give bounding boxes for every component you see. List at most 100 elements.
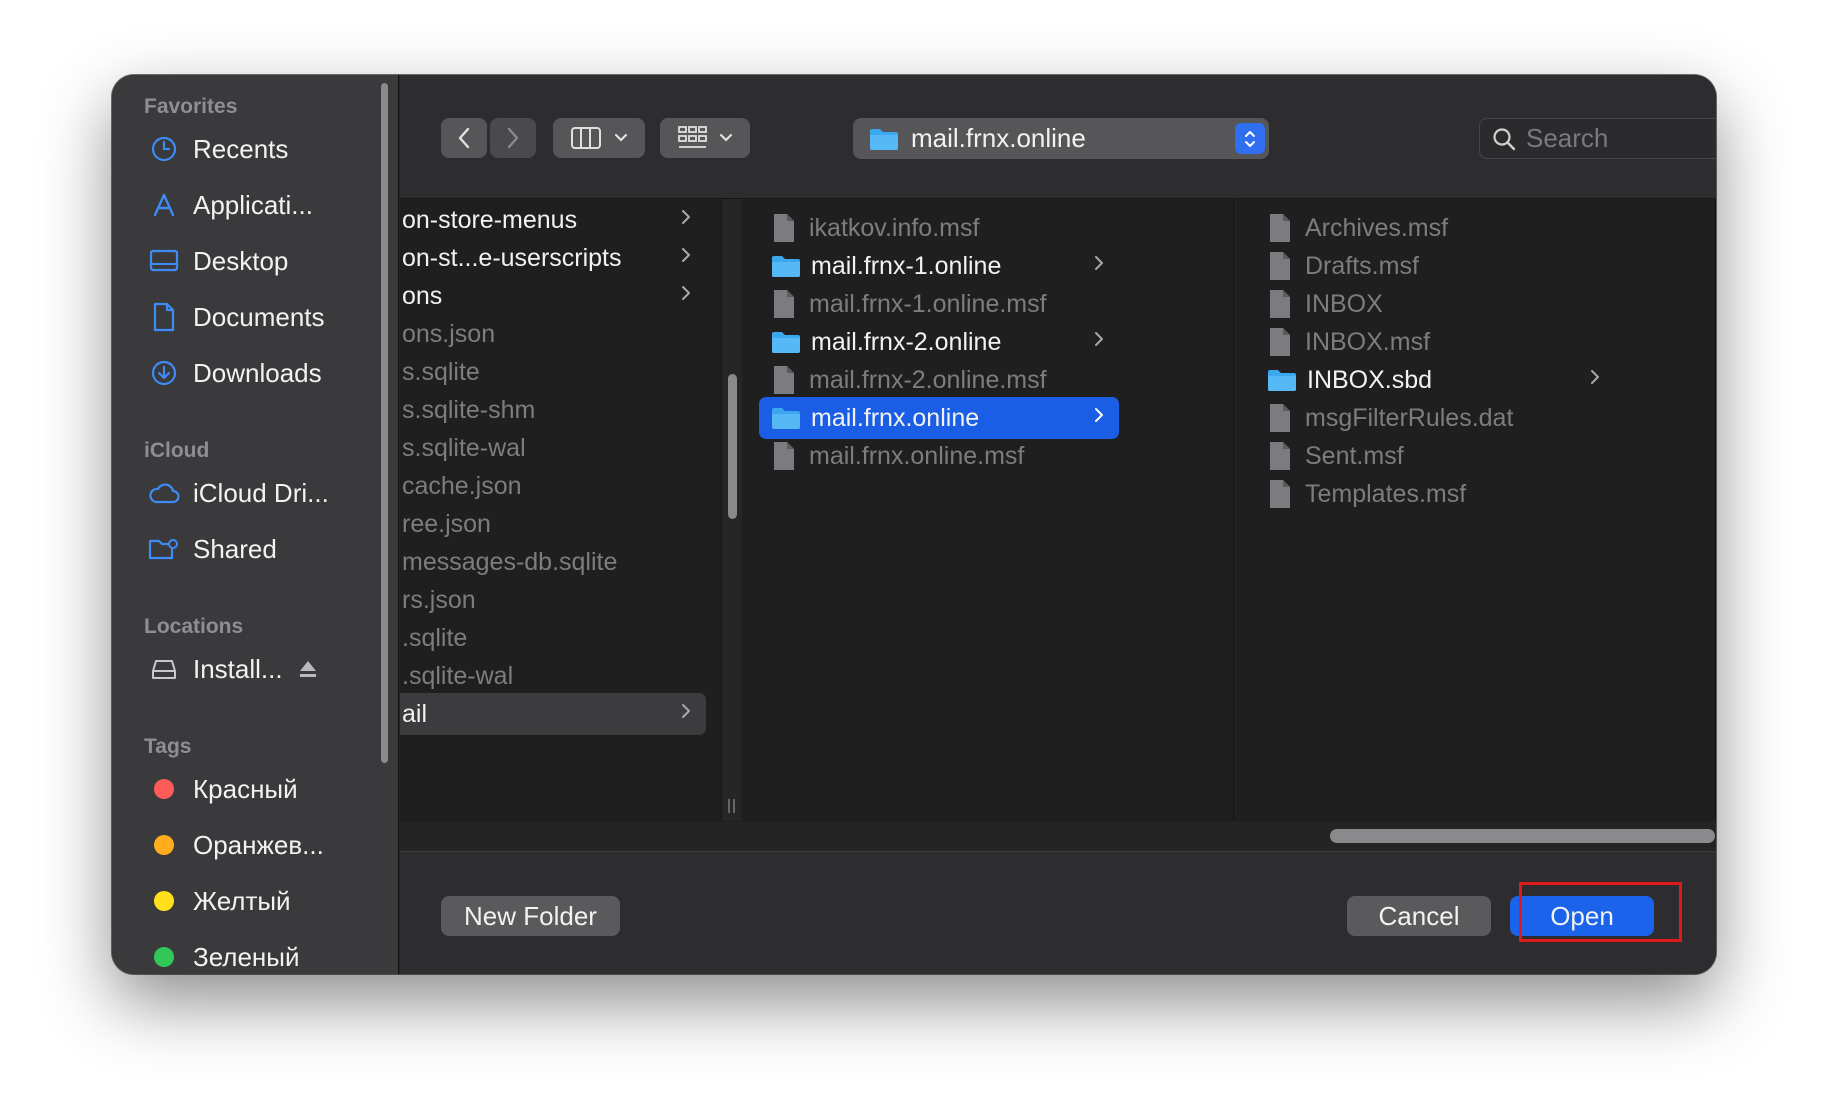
search-field[interactable] <box>1479 118 1716 159</box>
file-row[interactable]: messages-db.sqlite <box>400 541 706 583</box>
cloud-icon <box>148 477 180 509</box>
item-name: Archives.msf <box>1305 213 1449 242</box>
tag-dot-icon <box>154 891 174 911</box>
sidebar-item-desktop[interactable]: Desktop <box>148 239 370 283</box>
item-name: messages-db.sqlite <box>402 547 618 576</box>
sidebar-item-documents[interactable]: Documents <box>148 295 370 339</box>
file-row[interactable]: rs.json <box>400 579 706 621</box>
file-row[interactable]: INBOX <box>1255 283 1615 325</box>
folder-icon <box>772 408 800 429</box>
desktop-icon <box>148 245 180 277</box>
folder-icon <box>772 256 800 277</box>
horizontal-scrollbar[interactable] <box>400 822 1716 852</box>
file-row[interactable]: .sqlite <box>400 617 706 659</box>
sidebar-item-downloads[interactable]: Downloads <box>148 351 370 395</box>
sidebar-item-label: Shared <box>193 533 277 564</box>
folder-row[interactable]: mail.frnx.online <box>759 397 1119 439</box>
columns-view-icon <box>571 127 601 149</box>
folder-row[interactable]: mail.frnx-2.online <box>759 321 1119 363</box>
item-name: mail.frnx-2.online <box>811 327 1002 356</box>
sidebar-item-label: Documents <box>193 301 325 332</box>
item-name: mail.frnx.online.msf <box>809 441 1025 470</box>
group-button[interactable] <box>660 118 750 158</box>
file-row[interactable]: mail.frnx-2.online.msf <box>759 359 1119 401</box>
sidebar-tag-orange[interactable]: Оранжев... <box>148 823 370 867</box>
chevron-right-icon <box>1589 367 1601 392</box>
sidebar-item-label: Желтый <box>193 885 291 916</box>
location-popup[interactable]: mail.frnx.online <box>853 118 1269 159</box>
file-row[interactable]: INBOX.msf <box>1255 321 1615 363</box>
folder-row[interactable]: ons <box>400 275 706 317</box>
file-row[interactable]: s.sqlite-wal <box>400 427 706 469</box>
sidebar-tag-red[interactable]: Красный <box>148 767 370 811</box>
forward-button[interactable] <box>490 118 536 158</box>
sidebar-scrollbar[interactable] <box>378 83 390 763</box>
item-name: mail.frnx-1.online.msf <box>809 289 1047 318</box>
column-resize-handle[interactable] <box>727 799 737 813</box>
chevron-left-icon <box>458 127 470 149</box>
item-name: mail.frnx.online <box>811 403 980 432</box>
item-name: msgFilterRules.dat <box>1305 403 1514 432</box>
item-name: s.sqlite <box>402 357 480 386</box>
eject-icon[interactable] <box>298 659 318 684</box>
sidebar-item-applications[interactable]: Applicati... <box>148 183 370 227</box>
file-row[interactable]: ons.json <box>400 313 706 355</box>
sidebar-item-label: Зеленый <box>193 941 300 972</box>
item-name: s.sqlite-shm <box>402 395 536 424</box>
file-row[interactable]: Templates.msf <box>1255 473 1615 515</box>
view-mode-button[interactable] <box>553 118 645 158</box>
sidebar-item-shared[interactable]: Shared <box>148 527 370 571</box>
section-tags: Tags <box>144 735 192 758</box>
item-name: Sent.msf <box>1305 441 1404 470</box>
item-name: Drafts.msf <box>1305 251 1419 280</box>
file-icon <box>1270 480 1290 508</box>
file-row[interactable]: .sqlite-wal <box>400 655 706 697</box>
item-name: ail <box>402 699 428 728</box>
item-name: INBOX.sbd <box>1307 365 1433 394</box>
section-locations: Locations <box>144 615 244 638</box>
sidebar-item-install[interactable]: Install... <box>148 647 370 691</box>
new-folder-button[interactable]: New Folder <box>441 896 620 936</box>
file-row[interactable]: Sent.msf <box>1255 435 1615 477</box>
file-row[interactable]: ree.json <box>400 503 706 545</box>
chevron-right-icon <box>680 701 692 726</box>
sidebar-tag-yellow[interactable]: Желтый <box>148 879 370 923</box>
folder-row[interactable]: ail <box>400 693 706 735</box>
sidebar-item-label: Install... <box>193 653 283 684</box>
chevron-down-icon <box>719 133 733 142</box>
folder-icon <box>870 128 898 150</box>
item-name: s.sqlite-wal <box>402 433 526 462</box>
file-row[interactable]: cache.json <box>400 465 706 507</box>
file-row[interactable]: mail.frnx-1.online.msf <box>759 283 1119 325</box>
column-1-scrollbar[interactable] <box>721 199 742 821</box>
sidebar-tag-green[interactable]: Зеленый <box>148 935 370 974</box>
cancel-button[interactable]: Cancel <box>1347 896 1491 936</box>
column-1[interactable]: on-store-menus on-st...e-userscripts ons on… <box>400 199 742 821</box>
sidebar-item-label: Downloads <box>193 357 322 388</box>
file-row[interactable]: s.sqlite-shm <box>400 389 706 431</box>
item-name: .sqlite <box>402 623 468 652</box>
toolbar: mail.frnx.online <box>400 75 1716 199</box>
sidebar-item-icloud-drive[interactable]: iCloud Dri... <box>148 471 370 515</box>
file-row[interactable]: mail.frnx.online.msf <box>759 435 1119 477</box>
file-row[interactable]: Archives.msf <box>1255 207 1615 249</box>
file-row[interactable]: ikatkov.info.msf <box>759 207 1119 249</box>
back-button[interactable] <box>441 118 487 158</box>
file-row[interactable]: msgFilterRules.dat <box>1255 397 1615 439</box>
folder-row[interactable]: on-store-menus <box>400 199 706 241</box>
folder-row[interactable]: mail.frnx-1.online <box>759 245 1119 287</box>
sidebar-item-recents[interactable]: Recents <box>148 127 370 171</box>
disk-icon <box>148 653 180 685</box>
item-name: on-st...e-userscripts <box>402 243 622 272</box>
file-row[interactable]: s.sqlite <box>400 351 706 393</box>
column-3[interactable]: Archives.msf Drafts.msf INBOX INBOX.msf INBO… <box>1235 199 1716 821</box>
file-icon <box>1270 328 1290 356</box>
search-input[interactable] <box>1526 123 1716 154</box>
folder-row[interactable]: on-st...e-userscripts <box>400 237 706 279</box>
file-row[interactable]: Drafts.msf <box>1255 245 1615 287</box>
column-2[interactable]: ikatkov.info.msf mail.frnx-1.online mail.f… <box>743 199 1234 821</box>
section-favorites: Favorites <box>144 95 238 118</box>
applications-icon <box>148 189 180 221</box>
clock-icon <box>148 133 180 165</box>
folder-row[interactable]: INBOX.sbd <box>1255 359 1615 401</box>
